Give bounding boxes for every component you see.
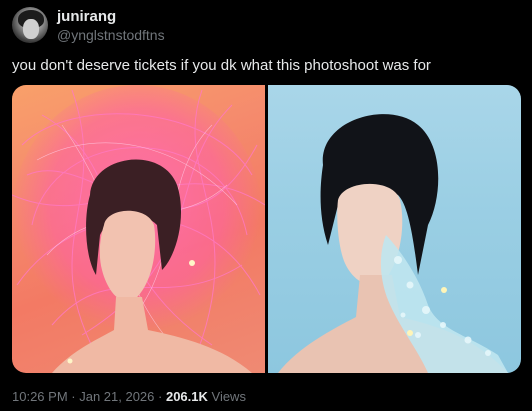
tweet: junirang @ynglstnstodftns you don't dese… xyxy=(0,0,532,411)
photo-pink-wire-illustration xyxy=(12,85,265,373)
views-count: 206.1K xyxy=(165,389,208,404)
meta-separator: · xyxy=(67,389,80,404)
views-label: Views xyxy=(207,389,246,404)
tweet-meta: 10:26 PM · Jan 21, 2026 · 206.1K Views xyxy=(12,389,246,404)
tweet-date[interactable]: Jan 21, 2026 xyxy=(79,389,154,404)
avatar-face xyxy=(23,19,39,39)
avatar[interactable] xyxy=(12,7,48,43)
user-handle[interactable]: @ynglstnstodftns xyxy=(57,27,165,43)
tweet-text: you don't deserve tickets if you dk what… xyxy=(12,57,431,74)
meta-separator: · xyxy=(154,389,166,404)
photo-pink-wire[interactable] xyxy=(12,85,265,373)
media-grid xyxy=(12,85,521,373)
photo-blue-flowers-illustration xyxy=(278,114,508,373)
display-name[interactable]: junirang xyxy=(57,8,116,25)
tweet-time[interactable]: 10:26 PM xyxy=(12,389,68,404)
photo-blue-flowers[interactable] xyxy=(268,85,521,373)
